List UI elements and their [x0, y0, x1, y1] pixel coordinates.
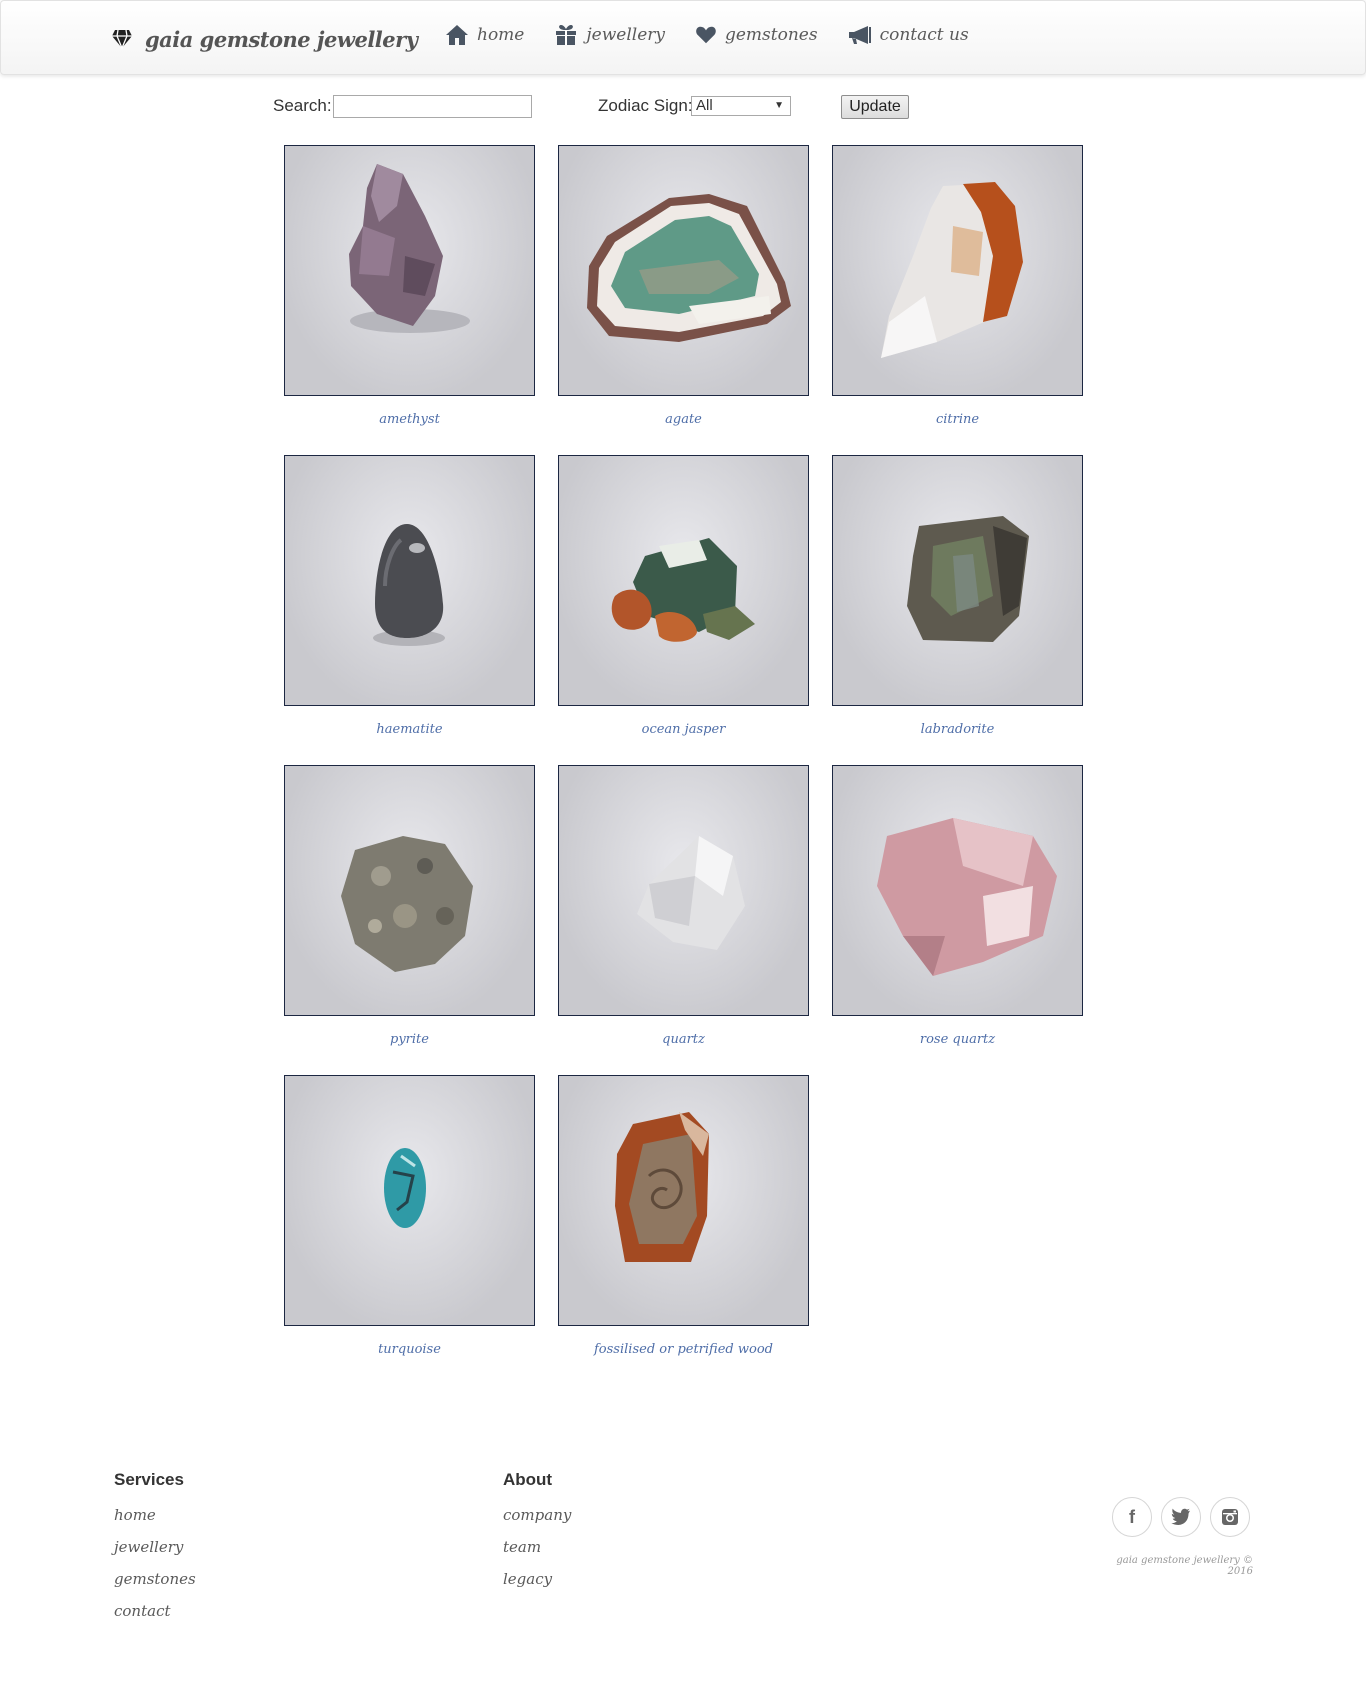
main-nav: home jewellery gemstones contact us [445, 23, 969, 47]
gem-image-amethyst[interactable] [284, 145, 535, 396]
gem-name[interactable]: agate [558, 412, 809, 427]
gem-card: quartz [558, 765, 809, 1047]
footer-about: About company team legacy [503, 1470, 571, 1602]
instagram-icon[interactable] [1210, 1497, 1250, 1537]
copyright-text: gaia gemstone jewellery © 2016 [1116, 1555, 1253, 1577]
gem-card: pyrite [284, 765, 535, 1047]
facebook-icon[interactable]: f [1112, 1497, 1152, 1537]
footer-link-home[interactable]: home [114, 1506, 196, 1524]
twitter-icon[interactable] [1161, 1497, 1201, 1537]
update-button[interactable]: Update [841, 95, 909, 119]
megaphone-icon [848, 26, 871, 44]
gem-name[interactable]: citrine [832, 412, 1083, 427]
search-label: Search: [273, 96, 332, 115]
gem-card: agate [558, 145, 809, 427]
gem-name[interactable]: haematite [284, 722, 535, 737]
footer-link-jewellery[interactable]: jewellery [114, 1538, 196, 1556]
gem-image-pyrite[interactable] [284, 765, 535, 1016]
zodiac-label: Zodiac Sign: [598, 96, 693, 115]
gem-name[interactable]: quartz [558, 1032, 809, 1047]
gem-name[interactable]: ocean jasper [558, 722, 809, 737]
gem-card: rose quartz [832, 765, 1083, 1047]
brand-name: gaia gemstone jewellery [145, 26, 418, 52]
zodiac-select[interactable]: All ▼ [691, 96, 791, 116]
gem-image-ocean-jasper[interactable] [558, 455, 809, 706]
footer-link-legacy[interactable]: legacy [503, 1570, 571, 1588]
nav-contact[interactable]: contact us [848, 23, 969, 47]
gem-card: fossilised or petrified wood [558, 1075, 809, 1357]
gem-image-turquoise[interactable] [284, 1075, 535, 1326]
footer-about-heading: About [503, 1470, 553, 1489]
social-links: f [1112, 1497, 1250, 1537]
gem-card: amethyst [284, 145, 535, 427]
footer: Services home jewellery gemstones contac… [0, 1470, 1366, 1694]
footer-link-contact[interactable]: contact [114, 1602, 196, 1620]
gem-image-quartz[interactable] [558, 765, 809, 1016]
gem-name[interactable]: labradorite [832, 722, 1083, 737]
gem-image-rose-quartz[interactable] [832, 765, 1083, 1016]
gem-image-citrine[interactable] [832, 145, 1083, 396]
nav-jewellery[interactable]: jewellery [554, 23, 665, 47]
gem-image-agate[interactable] [558, 145, 809, 396]
gem-name[interactable]: turquoise [284, 1342, 535, 1357]
nav-contact-label: contact us [879, 25, 969, 45]
gem-name[interactable]: rose quartz [832, 1032, 1083, 1047]
gem-image-petrified-wood[interactable] [558, 1075, 809, 1326]
gem-image-labradorite[interactable] [832, 455, 1083, 706]
gem-card: turquoise [284, 1075, 535, 1357]
gem-image-haematite[interactable] [284, 455, 535, 706]
gem-card: citrine [832, 145, 1083, 427]
gem-card: labradorite [832, 455, 1083, 737]
footer-link-team[interactable]: team [503, 1538, 571, 1556]
footer-link-gemstones[interactable]: gemstones [114, 1570, 196, 1588]
footer-services: Services home jewellery gemstones contac… [114, 1470, 196, 1634]
nav-home[interactable]: home [445, 23, 524, 47]
diamond-icon [112, 29, 132, 49]
footer-link-company[interactable]: company [503, 1506, 571, 1524]
nav-home-label: home [477, 25, 525, 45]
gem-name[interactable]: pyrite [284, 1032, 535, 1047]
gem-card: ocean jasper [558, 455, 809, 737]
gem-name[interactable]: amethyst [284, 412, 535, 427]
dropdown-arrow-icon: ▼ [774, 100, 784, 111]
heart-icon [696, 26, 716, 44]
gem-card: haematite [284, 455, 535, 737]
brand[interactable]: gaia gemstone jewellery [111, 21, 418, 57]
gift-icon [556, 25, 577, 45]
filter-bar: Search: Zodiac Sign: All ▼ Update [273, 95, 913, 119]
navbar: gaia gemstone jewellery home jewellery g… [0, 0, 1366, 75]
home-icon [446, 25, 468, 45]
search-input[interactable] [333, 95, 532, 118]
footer-services-heading: Services [114, 1470, 184, 1489]
nav-jewellery-label: jewellery [586, 25, 665, 45]
nav-gemstones-label: gemstones [724, 25, 818, 45]
zodiac-selected-value: All [696, 97, 713, 114]
gem-name[interactable]: fossilised or petrified wood [558, 1342, 809, 1357]
nav-gemstones[interactable]: gemstones [695, 23, 818, 47]
